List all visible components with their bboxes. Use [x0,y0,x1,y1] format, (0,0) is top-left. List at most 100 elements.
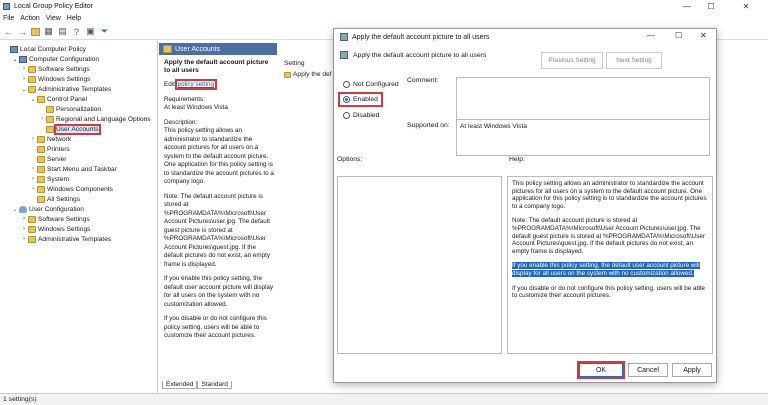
menu-action[interactable]: Action [17,15,42,22]
help-icon[interactable]: ? [71,26,82,37]
chevron-right-icon[interactable]: › [20,226,28,232]
requirements: Requirements: At least Windows Vista [164,96,275,113]
pc-icon [10,45,18,53]
section-header: User Accounts [159,43,277,55]
supported-on-label: Supported on: [407,122,450,129]
tree-node[interactable]: All Settings [0,194,157,204]
chevron-down-icon[interactable]: ⌄ [11,206,19,213]
ok-button[interactable]: OK [577,361,625,379]
tree-node[interactable]: User Accounts [0,123,157,135]
tree-node[interactable]: › Start Menu and Taskbar [0,164,157,174]
tree-node[interactable]: › Software Settings [0,64,157,74]
apply-button[interactable]: Apply [672,363,712,377]
options-label: Options: [337,156,363,163]
grid-icon[interactable]: ▦ [43,26,54,37]
chevron-right-icon[interactable]: › [29,176,37,182]
policy-title: Apply the default account picture to all… [164,59,269,74]
forward-arrow-icon[interactable]: → [17,26,28,37]
chevron-down-icon[interactable]: ⌄ [11,56,19,63]
tab-extended[interactable]: Extended [162,381,198,389]
menu-file[interactable]: File [0,15,17,22]
radio-circle [343,96,350,103]
chevron-down-icon[interactable]: ⌄ [29,96,37,103]
folder-icon [28,75,36,83]
export-icon[interactable]: ▤ [57,26,68,37]
folder-icon [37,95,45,103]
dialog-maximize-button[interactable]: ☐ [675,31,682,40]
tree-node[interactable]: Local Computer Policy [0,44,157,54]
maximize-button[interactable]: ☐ [700,0,722,13]
tree-node-label: Start Menu and Taskbar [47,165,117,173]
chevron-right-icon[interactable]: › [29,136,37,142]
tree-node[interactable]: › Windows Components [0,184,157,194]
properties-icon[interactable]: ▣ [85,26,96,37]
radio-not-configured[interactable]: Not Configured [340,79,402,90]
pc-icon [19,55,27,63]
folder-icon [46,115,54,123]
tree-node[interactable]: Printers [0,144,157,154]
folder-icon [37,165,45,173]
tree-node[interactable]: Server [0,154,157,164]
dialog-minimize-button[interactable]: — [647,31,655,40]
policy-icon [284,71,291,78]
filter-icon[interactable]: ⏷ [99,26,110,37]
tree-node[interactable]: ⌄ Administrative Templates [0,84,157,94]
folder-icon [37,155,45,163]
setting-row[interactable]: Apply the def [284,71,338,78]
tree-node[interactable]: › System [0,174,157,184]
tree-node[interactable]: ⌄ Control Panel [0,94,157,104]
radio-enabled[interactable]: Enabled [338,92,383,107]
back-arrow-icon[interactable]: ← [3,26,14,37]
tree-node[interactable]: › Administrative Templates [0,234,157,244]
help-paragraph-highlighted: If you enable this policy setting, the d… [512,262,708,277]
folder-icon [28,225,36,233]
tree-node-label: Control Panel [47,95,87,103]
previous-setting-button[interactable]: Previous Setting [541,52,603,69]
radio-label: Disabled [353,112,380,119]
chevron-right-icon[interactable]: › [20,236,28,242]
close-button[interactable]: ✕ [735,0,757,13]
tree-node[interactable]: ⌄ User Configuration [0,204,157,214]
help-text-panel[interactable]: This policy setting allows an administra… [507,176,713,354]
folder-icon[interactable] [31,27,40,36]
description-text: This policy setting allows an administra… [164,127,274,185]
chevron-right-icon[interactable]: › [20,216,28,222]
tree-node[interactable]: › Regional and Language Options [0,114,157,124]
minimize-button[interactable]: — [676,0,698,13]
tree-node[interactable]: › Windows Settings [0,224,157,234]
folder-icon [28,215,36,223]
tree-node[interactable]: › Software Settings [0,214,157,224]
tab-standard[interactable]: Standard [197,381,232,389]
chevron-right-icon[interactable]: › [38,116,46,122]
requirements-value: At least Windows Vista [164,104,228,111]
menu-view[interactable]: View [43,15,64,22]
dialog-title: Apply the default account picture to all… [352,33,490,41]
status-bar: 1 setting(s) [0,393,768,405]
window-title: Local Group Policy Editor [14,3,93,10]
tree-node-label: System [47,175,69,183]
tree-node[interactable]: Personalization [0,104,157,114]
tree-node-label: User Accounts [54,123,101,135]
menu-help[interactable]: Help [64,15,84,22]
radio-disabled[interactable]: Disabled [340,110,382,121]
tree-node-label: Administrative Templates [38,235,112,243]
chevron-down-icon[interactable]: ⌄ [20,86,28,93]
tree-node-label: Server [47,155,67,163]
tree-node-label: Computer Configuration [29,55,100,63]
dialog-close-button[interactable]: ✕ [700,31,707,40]
next-setting-button[interactable]: Next Setting [606,52,662,69]
chevron-right-icon[interactable]: › [20,76,28,82]
description-text: If you disable or do not configure this … [164,315,267,339]
tree-node[interactable]: › Windows Settings [0,74,157,84]
tree-node-label: Windows Settings [38,225,91,233]
tree-node-label: Network [47,135,72,143]
cancel-button[interactable]: Cancel [628,363,668,377]
chevron-right-icon[interactable]: › [29,186,37,192]
chevron-right-icon[interactable]: › [29,166,37,172]
chevron-right-icon[interactable]: › [20,66,28,72]
edit-policy-link[interactable]: policy setting [174,79,218,90]
tree-node[interactable]: ⌄ Computer Configuration [0,54,157,64]
tree-node-label: Regional and Language Options [56,115,151,123]
setting-column-header[interactable]: Setting [284,60,338,67]
tree-node[interactable]: › Network [0,134,157,144]
